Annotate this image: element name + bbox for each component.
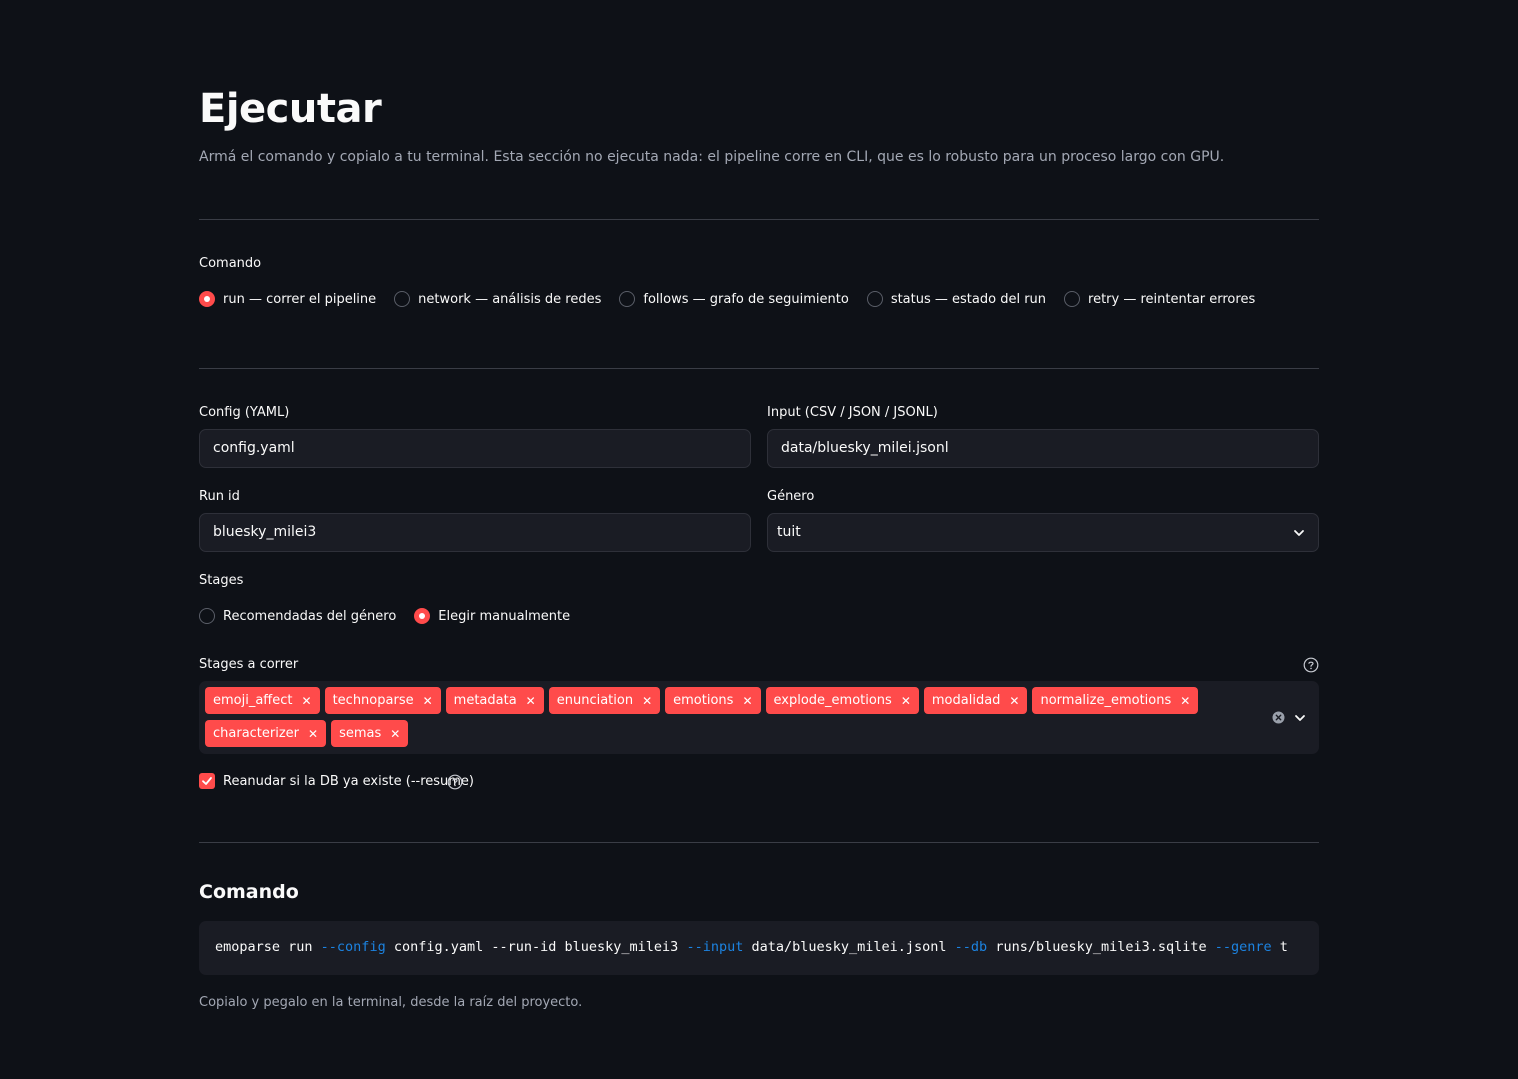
radio-label: Elegir manualmente (438, 608, 571, 624)
divider (199, 219, 1319, 220)
close-icon[interactable]: ✕ (302, 695, 312, 707)
radio-option-manual[interactable]: Elegir manualmente (414, 608, 570, 624)
radio-indicator[interactable] (199, 291, 215, 307)
stages-multiselect[interactable]: emoji_affect ✕ technoparse ✕ metadata ✕ enu… (199, 681, 1319, 754)
genre-label: Género (767, 489, 815, 504)
genre-select[interactable]: tuit (767, 513, 1319, 552)
radio-label: retry — reintentar errores (1088, 291, 1256, 307)
code-token: runs/bluesky_milei3.sqlite (987, 939, 1215, 955)
code-flag: --genre (1214, 939, 1272, 955)
stage-tag-label: emoji_affect (213, 693, 293, 708)
stage-tag: explode_emotions ✕ (765, 687, 919, 714)
stages-mode-radio-group: Recomendadas del género Elegir manualmen… (199, 608, 588, 624)
run-id-input[interactable]: bluesky_milei3 (199, 513, 751, 552)
close-icon[interactable]: ✕ (642, 695, 652, 707)
stage-tag-label: characterizer (213, 726, 300, 741)
code-flag: --db (954, 939, 988, 955)
command-code: emoparse run --config config.yaml --run-… (215, 939, 1288, 955)
radio-indicator[interactable] (866, 291, 883, 307)
stage-tag-label: metadata (453, 693, 517, 708)
close-icon[interactable]: ✕ (423, 695, 433, 707)
resume-checkbox[interactable] (199, 773, 215, 789)
radio-option-network[interactable]: network — análisis de redes (394, 291, 601, 307)
stage-tag-label: semas (339, 726, 382, 741)
command-caption: Copialo y pegalo en la terminal, desde l… (199, 995, 583, 1010)
chevron-down-icon (1294, 530, 1304, 536)
stages-label: Stages a correr (199, 657, 299, 672)
command-section-title: Comando (199, 881, 299, 903)
stage-tag: modalidad ✕ (923, 687, 1028, 714)
divider (199, 842, 1319, 843)
code-token: emoparse run (215, 939, 321, 955)
stages-mode-label: Stages (199, 573, 244, 588)
clear-icon[interactable] (1272, 711, 1285, 724)
close-icon[interactable]: ✕ (308, 728, 318, 740)
config-label: Config (YAML) (199, 405, 290, 420)
radio-label: status — estado del run (890, 291, 1047, 307)
stage-tag: semas ✕ (331, 720, 409, 747)
code-token: t (1271, 939, 1288, 955)
help-icon[interactable] (447, 774, 463, 790)
radio-option-run[interactable]: run — correr el pipeline (199, 291, 376, 307)
stage-tag-label: emotions (673, 693, 734, 708)
input-file-input[interactable]: data/bluesky_milei.jsonl (767, 429, 1319, 468)
stage-tag: emotions ✕ (665, 687, 761, 714)
close-icon[interactable]: ✕ (901, 695, 911, 707)
stage-tag-label: enunciation (556, 693, 634, 708)
check-icon (202, 777, 212, 785)
radio-indicator[interactable] (619, 291, 636, 307)
code-flag: --config (320, 939, 386, 955)
resume-label: Reanudar si la DB ya existe (--resume) (223, 774, 474, 789)
page-title: Ejecutar (199, 86, 382, 132)
stage-tag: characterizer ✕ (205, 720, 327, 747)
radio-label: follows — grafo de seguimiento (643, 291, 849, 307)
close-icon[interactable]: ✕ (390, 728, 400, 740)
config-input[interactable]: config.yaml (199, 429, 751, 468)
radio-indicator[interactable] (1064, 291, 1081, 307)
stage-tag-label: modalidad (931, 693, 1001, 708)
divider (199, 368, 1319, 369)
stage-tag: enunciation ✕ (548, 687, 661, 714)
close-icon[interactable]: ✕ (1180, 695, 1190, 707)
command-code-block[interactable]: emoparse run --config config.yaml --run-… (199, 921, 1319, 975)
close-icon[interactable]: ✕ (526, 695, 536, 707)
stage-tag: metadata ✕ (445, 687, 544, 714)
stage-tag-label: technoparse (332, 693, 414, 708)
code-flag: --input (686, 939, 744, 955)
radio-indicator[interactable] (199, 608, 215, 624)
radio-label: run — correr el pipeline (223, 291, 377, 307)
close-icon[interactable]: ✕ (1009, 695, 1019, 707)
run-id-label: Run id (199, 489, 240, 504)
radio-option-recommended[interactable]: Recomendadas del género (199, 608, 396, 624)
page-subtitle: Armá el comando y copialo a tu terminal.… (199, 149, 1225, 165)
chevron-down-icon[interactable] (1293, 712, 1307, 724)
code-token: config.yaml --run-id bluesky_milei3 (385, 939, 687, 955)
stage-tag-label: normalize_emotions (1040, 693, 1172, 708)
radio-option-follows[interactable]: follows — grafo de seguimiento (619, 291, 849, 307)
code-token: data/bluesky_milei.jsonl (743, 939, 955, 955)
command-label: Comando (199, 256, 262, 271)
help-icon[interactable] (1303, 657, 1319, 673)
radio-label: network — análisis de redes (418, 291, 602, 307)
radio-indicator[interactable] (394, 291, 411, 307)
input-label: Input (CSV / JSON / JSONL) (767, 405, 938, 420)
stage-tag-label: explode_emotions (773, 693, 892, 708)
radio-indicator[interactable] (414, 608, 431, 624)
close-icon[interactable]: ✕ (742, 695, 752, 707)
stage-tag: normalize_emotions ✕ (1032, 687, 1199, 714)
radio-option-retry[interactable]: retry — reintentar errores (1064, 291, 1255, 307)
genre-select-value: tuit (777, 524, 801, 540)
stage-tag: technoparse ✕ (324, 687, 441, 714)
radio-option-status[interactable]: status — estado del run (866, 291, 1047, 307)
stage-tag: emoji_affect ✕ (205, 687, 320, 714)
stages-tags: emoji_affect ✕ technoparse ✕ metadata ✕ enu… (205, 687, 1245, 753)
command-radio-group: run — correr el pipeline network — análi… (199, 291, 1273, 307)
radio-label: Recomendadas del género (223, 608, 397, 624)
